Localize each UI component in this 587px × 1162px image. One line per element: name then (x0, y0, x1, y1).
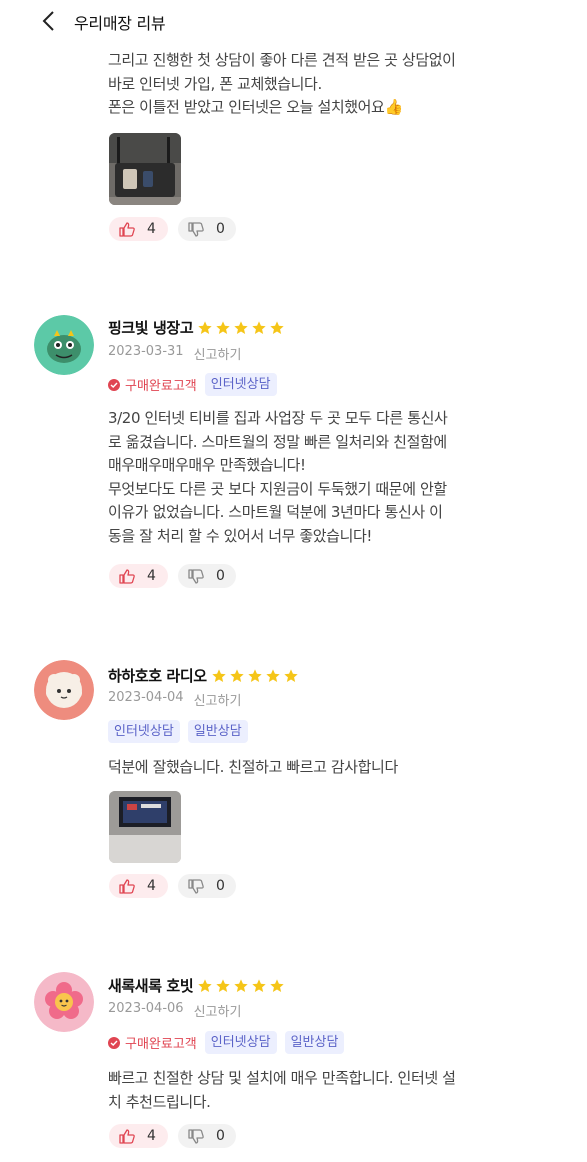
dislike-button[interactable]: 0 (178, 217, 236, 241)
review-tags: 구매완료고객 인터넷상담 일반상담 (108, 1031, 345, 1054)
star-icon (216, 320, 230, 334)
star-rating (197, 320, 285, 336)
review-card: 핑크빛 냉장고 2023-03-31 신고하기 구매완료고객 인터넷상담 3/2… (0, 300, 587, 600)
star-icon (270, 320, 284, 334)
dislike-button[interactable]: 0 (178, 564, 236, 588)
star-icon (211, 668, 226, 682)
star-icon (252, 320, 266, 334)
star-icon (216, 978, 230, 992)
check-circle-icon (108, 378, 120, 391)
star-icon (252, 978, 266, 992)
review-tags: 인터넷상담 일반상담 (108, 720, 248, 743)
star-icon (234, 978, 248, 992)
like-count: 4 (147, 1128, 156, 1144)
thumbs-down-icon (188, 878, 204, 894)
reviewer-nickname: 새록새록 호빗 (108, 977, 194, 995)
tag-chip: 인터넷상담 (204, 373, 277, 396)
tag-chip: 일반상담 (187, 720, 248, 743)
star-icon (198, 320, 212, 334)
star-rating (211, 668, 299, 684)
review-date: 2023-03-31 (108, 344, 184, 359)
vote-row: 4 0 (109, 564, 236, 588)
verified-buyer-badge: 구매완료고객 (108, 375, 197, 394)
thumbs-up-icon (119, 568, 135, 584)
reviewer-header: 새록새록 호빗 (108, 975, 285, 996)
thumbs-up-emoji: 👍 (384, 98, 404, 116)
tag-chip: 일반상담 (284, 1031, 345, 1054)
like-button[interactable]: 4 (109, 564, 168, 588)
review-photo-thumbnail[interactable] (109, 133, 181, 205)
review-date: 2023-04-04 (108, 690, 184, 705)
star-icon (265, 668, 280, 682)
thumbs-down-icon (188, 1128, 204, 1144)
vote-row: 4 0 (109, 217, 236, 241)
review-card: 하하호호 라디오 2023-04-04 신고하기 인터넷상담 일반상담 덕분에 … (0, 645, 587, 905)
star-icon (247, 668, 262, 682)
dislike-count: 0 (216, 878, 225, 894)
review-meta: 2023-04-04 신고하기 (108, 690, 241, 709)
star-icon (283, 668, 298, 682)
star-icon (234, 320, 248, 334)
review-text: 빠르고 친절한 상담 및 설치에 매우 만족합니다. 인터넷 설 치 추천드립니… (108, 1069, 456, 1111)
thumbs-up-icon (119, 1128, 135, 1144)
reviewer-header: 핑크빛 냉장고 (108, 317, 285, 338)
review-text: 3/20 인터넷 티비를 집과 사업장 두 곳 모두 다른 통신사 로 옮겼습니… (108, 409, 448, 545)
dislike-count: 0 (216, 568, 225, 584)
reviewer-nickname: 핑크빛 냉장고 (108, 319, 194, 337)
report-link[interactable]: 신고하기 (194, 1001, 242, 1020)
like-count: 4 (147, 878, 156, 894)
review-meta: 2023-03-31 신고하기 (108, 344, 241, 363)
verified-label: 구매완료고객 (125, 1037, 197, 1052)
star-icon (229, 668, 244, 682)
review-date: 2023-04-06 (108, 1001, 184, 1016)
report-link[interactable]: 신고하기 (194, 344, 242, 363)
reviewer-header: 하하호호 라디오 (108, 665, 299, 686)
like-count: 4 (147, 221, 156, 237)
thumbs-up-icon (119, 221, 135, 237)
like-button[interactable]: 4 (109, 217, 168, 241)
dislike-count: 0 (216, 221, 225, 237)
reviewer-nickname: 하하호호 라디오 (108, 667, 207, 685)
review-meta: 2023-04-06 신고하기 (108, 1001, 241, 1020)
verified-buyer-badge: 구매완료고객 (108, 1033, 197, 1052)
review-text: 덕분에 잘했습니다. 친절하고 빠르고 감사합니다 (108, 758, 398, 776)
router-photo (109, 133, 181, 205)
thumbs-down-icon (188, 568, 204, 584)
like-count: 4 (147, 568, 156, 584)
verified-label: 구매완료고객 (125, 379, 197, 394)
tv-install-photo (109, 791, 181, 863)
like-button[interactable]: 4 (109, 874, 168, 898)
avatar (34, 315, 94, 375)
tag-chip: 인터넷상담 (204, 1031, 277, 1054)
dislike-button[interactable]: 0 (178, 1124, 236, 1148)
review-text: 그리고 진행한 첫 상담이 좋아 다른 견적 받은 곳 상담없이 바로 인터넷 … (108, 51, 456, 116)
check-circle-icon (108, 1036, 120, 1049)
avatar (34, 972, 94, 1032)
thumbs-up-icon (119, 878, 135, 894)
star-icon (270, 978, 284, 992)
review-card: 새록새록 호빗 2023-04-06 신고하기 구매완료고객 인터넷상담 일반상… (0, 957, 587, 1162)
review-photo-thumbnail[interactable] (109, 791, 181, 863)
dislike-button[interactable]: 0 (178, 874, 236, 898)
thumbs-down-icon (188, 221, 204, 237)
avatar (34, 660, 94, 720)
vote-row: 4 0 (109, 1124, 236, 1148)
star-icon (198, 978, 212, 992)
dislike-count: 0 (216, 1128, 225, 1144)
vote-row: 4 0 (109, 874, 236, 898)
star-rating (197, 978, 285, 994)
report-link[interactable]: 신고하기 (194, 690, 242, 709)
review-tags: 구매완료고객 인터넷상담 (108, 373, 277, 396)
review-card-partial: 그리고 진행한 첫 상담이 좋아 다른 견적 받은 곳 상담없이 바로 인터넷 … (0, 0, 587, 250)
like-button[interactable]: 4 (109, 1124, 168, 1148)
tag-chip: 인터넷상담 (108, 720, 180, 743)
